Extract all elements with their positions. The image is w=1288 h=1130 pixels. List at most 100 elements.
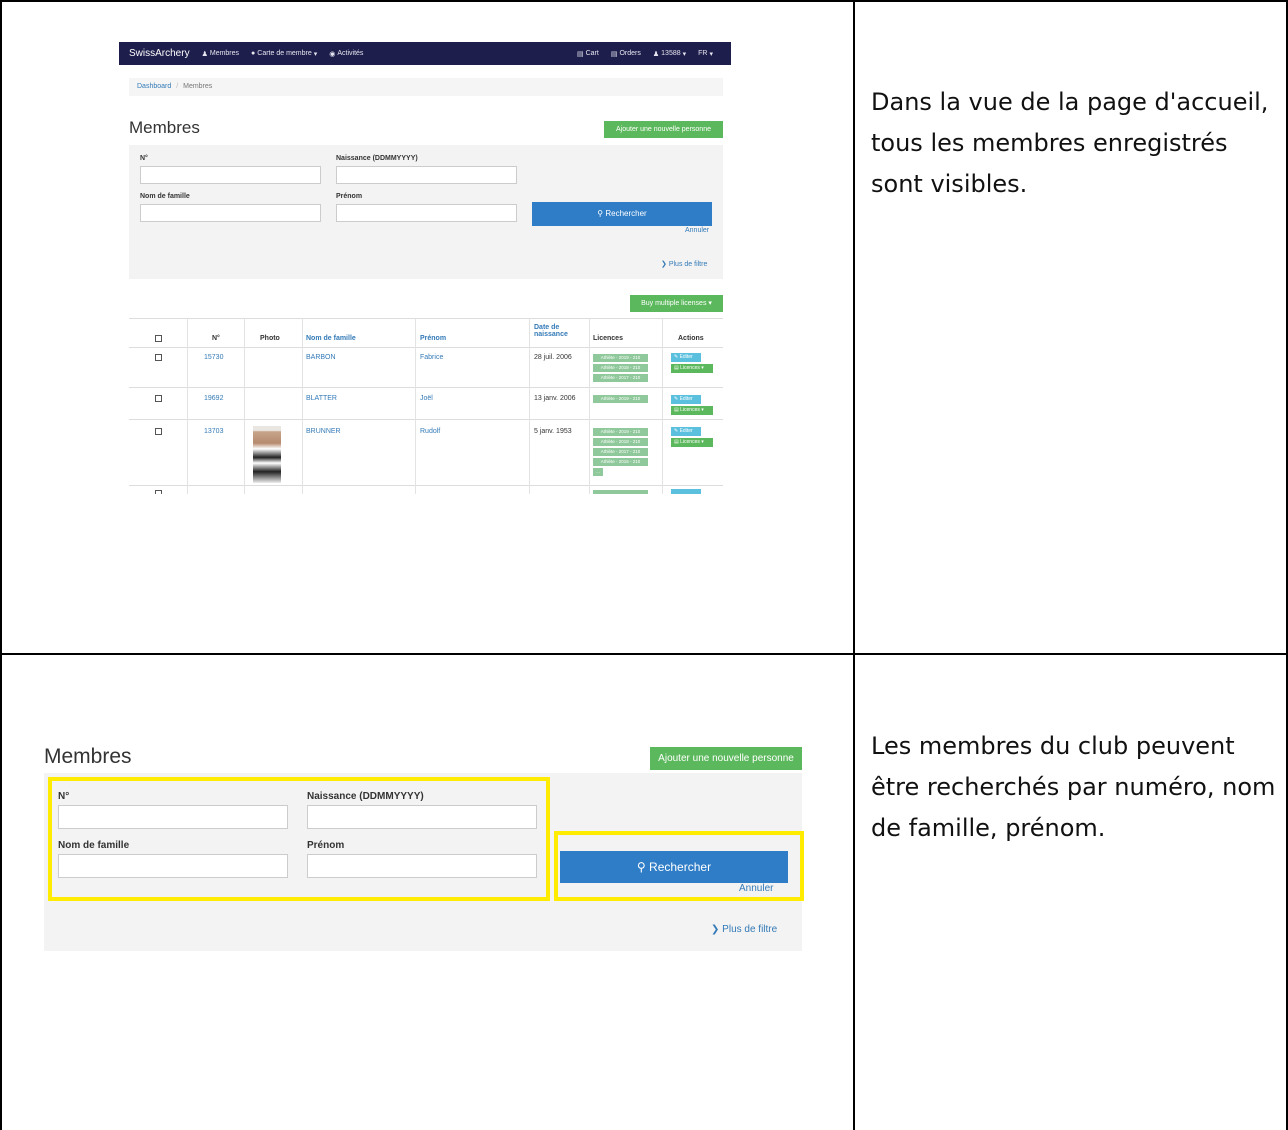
search-form-screenshot: Membres Ajouter une nouvelle personne N°… <box>44 740 804 952</box>
description-row-1: Dans la vue de la page d'accueil, tous l… <box>871 88 1269 198</box>
search-icon: ⚲ <box>636 860 646 874</box>
edit-button[interactable]: ✎ Editer <box>671 395 701 404</box>
row-checkbox[interactable] <box>155 490 162 494</box>
caret-down-icon: ▾ <box>708 300 712 307</box>
cancel-link-zoomed[interactable]: Annuler <box>739 883 773 894</box>
number-label: N° <box>140 155 148 162</box>
row-firstname[interactable]: Joël <box>420 395 433 402</box>
circle-icon: ● <box>251 50 256 57</box>
row-firstname[interactable]: Rudolf <box>420 428 440 435</box>
row-number[interactable]: 15730 <box>204 354 223 361</box>
licence-badge: Athlète - 2019 - 210 <box>593 395 648 403</box>
binoculars-icon: ◉ <box>329 50 336 58</box>
page-title: Membres <box>129 118 200 137</box>
select-all-checkbox[interactable] <box>155 335 162 342</box>
brand-logo[interactable]: SwissArchery <box>129 48 190 59</box>
table-row-divider <box>0 653 1288 655</box>
breadcrumb-current: Membres <box>183 83 213 90</box>
row-checkbox[interactable] <box>155 354 162 361</box>
licences-dropdown-button[interactable]: ▤ Licences ▾ <box>671 438 713 447</box>
licences-dropdown-button[interactable]: ▤ Licences ▾ <box>671 406 713 415</box>
nav-members[interactable]: ♟ Membres <box>202 50 239 58</box>
member-photo <box>253 426 281 483</box>
row-lastname[interactable]: BLATTER <box>306 395 337 402</box>
nav-cart[interactable]: ▤ Cart <box>577 50 599 58</box>
edit-icon: ✎ <box>674 354 679 360</box>
birth-label-zoomed: Naissance (DDMMYYYY) <box>307 791 424 802</box>
firstname-input[interactable] <box>336 204 517 222</box>
nav-user[interactable]: ♟ 13588 ▾ <box>653 50 686 58</box>
licence-badge: Athlète - 2016 - 210 <box>593 458 648 466</box>
user-icon: ♟ <box>201 50 208 58</box>
cart-icon: ▤ <box>674 407 679 413</box>
header-lastname[interactable]: Nom de famille <box>306 335 356 342</box>
caret-down-icon: ▾ <box>682 50 687 58</box>
licences-dropdown-button[interactable]: ▤ Licences ▾ <box>671 364 713 373</box>
licence-badge: Athlète - 2017 - 210 <box>593 374 648 382</box>
breadcrumb-dashboard[interactable]: Dashboard <box>137 83 171 90</box>
table-border-left <box>0 0 2 1130</box>
number-input-zoomed[interactable] <box>58 805 288 829</box>
number-input[interactable] <box>140 166 321 184</box>
more-filter-link[interactable]: ❯ Plus de filtre <box>661 260 707 268</box>
licence-badge: Athlète - 2018 - 210 <box>593 438 648 446</box>
search-icon: ⚲ <box>597 209 604 218</box>
firstname-label: Prénom <box>336 193 363 200</box>
header-number[interactable]: N° <box>212 335 220 342</box>
edit-button[interactable]: ✎ Editer <box>671 353 701 362</box>
birth-input[interactable] <box>336 166 517 184</box>
row-number[interactable]: 13703 <box>204 428 223 435</box>
caret-down-icon: ▾ <box>701 365 704 371</box>
lastname-input[interactable] <box>140 204 321 222</box>
caret-down-icon: ▾ <box>313 50 318 58</box>
search-button-zoomed[interactable]: ⚲ Rechercher <box>560 851 788 883</box>
buy-multiple-licenses-button[interactable]: Buy multiple licenses ▾ <box>630 295 723 312</box>
firstname-input-zoomed[interactable] <box>307 854 537 878</box>
row-checkbox[interactable] <box>155 428 162 435</box>
nav-orders[interactable]: ▤ Orders <box>611 50 641 58</box>
row-checkbox[interactable] <box>155 395 162 402</box>
edit-button[interactable]: ✎ Editer <box>671 427 701 436</box>
nav-member-card[interactable]: ● Carte de membre ▾ <box>251 50 317 58</box>
user-icon: ♟ <box>652 50 660 58</box>
cancel-link[interactable]: Annuler <box>685 227 709 234</box>
row-firstname[interactable]: Fabrice <box>420 354 443 361</box>
licence-badge-cropped <box>593 490 648 494</box>
breadcrumb: Dashboard / Membres <box>129 78 723 96</box>
edit-icon: ✎ <box>674 396 679 402</box>
edit-button-cropped[interactable] <box>671 489 701 494</box>
header-actions: Actions <box>678 335 704 342</box>
licence-more-badge[interactable]: ... <box>593 468 603 476</box>
licence-badge: Athlète - 2019 - 210 <box>593 428 648 436</box>
row-birth: 13 janv. 2006 <box>534 395 576 402</box>
header-birth[interactable]: Date de naissance <box>534 324 568 338</box>
chevron-right-icon: ❯ <box>661 261 667 268</box>
row-lastname[interactable]: BARBON <box>306 354 336 361</box>
birth-label: Naissance (DDMMYYYY) <box>336 155 418 162</box>
nav-activities[interactable]: ◉ Activités <box>329 50 363 58</box>
lastname-label: Nom de famille <box>140 193 190 200</box>
highlight-search-fields <box>48 777 550 901</box>
lastname-label-zoomed: Nom de famille <box>58 840 130 851</box>
birth-input-zoomed[interactable] <box>307 805 537 829</box>
row-number[interactable]: 19692 <box>204 395 223 402</box>
row-birth: 5 janv. 1953 <box>534 428 572 435</box>
more-filter-link-zoomed[interactable]: ❯ Plus de filtre <box>711 924 777 935</box>
row-lastname[interactable]: BRUNNER <box>306 428 341 435</box>
add-person-button-zoomed[interactable]: Ajouter une nouvelle personne <box>650 747 802 770</box>
add-person-button[interactable]: Ajouter une nouvelle personne <box>604 121 723 138</box>
navbar: SwissArchery ♟ Membres ● Carte de membre ▾ … <box>119 42 731 65</box>
search-button[interactable]: ⚲ Rechercher <box>532 202 712 226</box>
cart-icon: ▤ <box>576 50 584 58</box>
cart-icon: ▤ <box>674 365 679 371</box>
table-column-divider <box>853 0 855 1130</box>
edit-icon: ✎ <box>674 428 679 434</box>
nav-language[interactable]: FR ▾ <box>698 50 713 58</box>
header-firstname[interactable]: Prénom <box>420 335 446 342</box>
licence-badge: Athlète - 2018 - 210 <box>593 364 648 372</box>
lastname-input-zoomed[interactable] <box>58 854 288 878</box>
search-panel: N° Naissance (DDMMYYYY) Nom de famille P… <box>129 145 723 279</box>
caret-down-icon: ▾ <box>709 50 713 58</box>
licence-badge: Athlète - 2019 - 210 <box>593 354 648 362</box>
caret-down-icon: ▾ <box>701 439 704 445</box>
